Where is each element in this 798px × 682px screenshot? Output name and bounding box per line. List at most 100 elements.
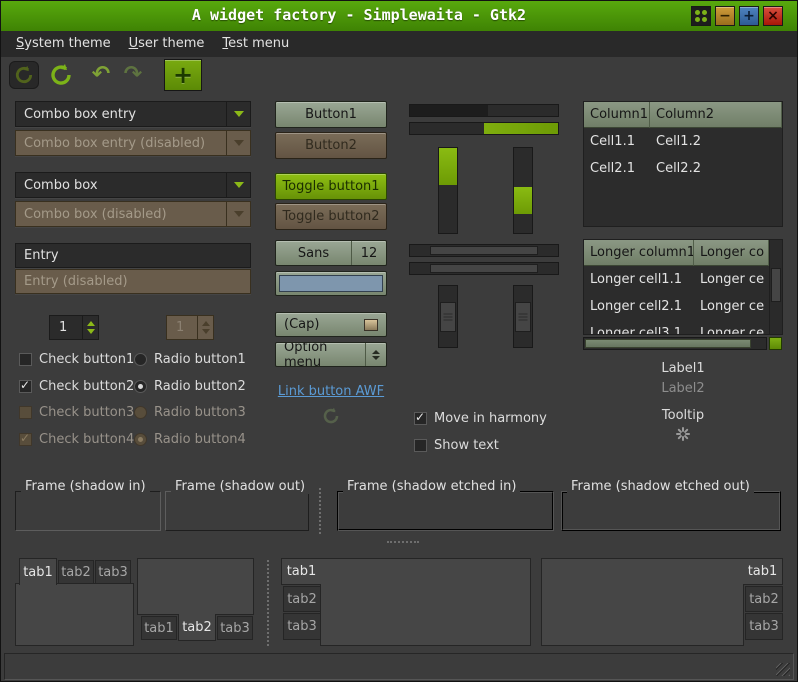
window-controls: − + ×: [691, 6, 783, 26]
v-progress-fill: [514, 187, 532, 214]
column-header[interactable]: Column1: [584, 102, 650, 128]
entry-disabled-value: Entry (disabled): [24, 274, 128, 289]
refresh-small-button[interactable]: [275, 407, 387, 429]
h-scale-fill: [410, 105, 488, 116]
column-header[interactable]: Column2: [650, 102, 782, 128]
notebook-left-tab3[interactable]: tab3: [283, 613, 321, 640]
undo-button[interactable]: ↶: [87, 61, 115, 89]
v-scale-fill: [439, 148, 457, 185]
column-header[interactable]: Longer co: [694, 240, 769, 266]
treeview-2-hscrollbar[interactable]: [583, 337, 767, 350]
notebook-top-tab2[interactable]: tab2: [58, 560, 94, 584]
notebook-top-tab3[interactable]: tab3: [95, 560, 131, 584]
scrollbar-handle[interactable]: [430, 246, 538, 255]
combo-arrow-button[interactable]: [226, 173, 250, 197]
refresh-theme-button[interactable]: [9, 61, 39, 89]
h-scale[interactable]: [409, 104, 559, 117]
combo-arrow-button[interactable]: [226, 102, 250, 126]
scrollbar-handle[interactable]: [515, 302, 531, 332]
treeview-1-body[interactable]: Cell1.1 Cell1.2 Cell2.1 Cell2.2: [584, 128, 782, 226]
menu-system-theme[interactable]: System theme: [7, 31, 120, 57]
notebook-bottom-tab2[interactable]: tab2: [178, 614, 216, 641]
spin-arrows: [197, 316, 213, 339]
column-header[interactable]: Longer column1: [584, 240, 694, 266]
h-scrollbar-1[interactable]: [409, 244, 559, 257]
radio-icon: [134, 406, 147, 419]
menu-dot-icon: [702, 17, 707, 22]
check-button-1[interactable]: Check button1: [19, 352, 134, 367]
titlebar[interactable]: A widget factory - Simplewaita - Gtk2 − …: [1, 1, 797, 31]
link-button[interactable]: Link button AWF: [275, 384, 387, 399]
spin-button-disabled: 1: [166, 315, 214, 340]
file-chooser-button[interactable]: (Cap): [275, 312, 387, 337]
spin-down-icon: [202, 329, 210, 334]
frame-etched-in: [337, 491, 554, 531]
table-row[interactable]: Longer cell2.1 Longer ce: [584, 293, 769, 320]
checkbox-checked-icon: ✓: [19, 433, 32, 446]
table-cell: Cell1.2: [650, 128, 782, 155]
checkbox-checked-icon: ✓: [414, 412, 427, 425]
resize-grip[interactable]: [776, 663, 790, 676]
table-row[interactable]: Longer cell1.1 Longer ce: [584, 266, 769, 293]
check-button-label: Move in harmony: [434, 411, 547, 426]
combo-box-disabled-value: Combo box (disabled): [16, 202, 226, 226]
radio-button-2[interactable]: Radio button2: [134, 379, 246, 394]
treeview-2-vscrollbar[interactable]: [769, 240, 782, 334]
check-mark-icon: ✓: [20, 431, 30, 445]
radio-dot-icon: [138, 437, 143, 442]
treeview-2-body[interactable]: Longer cell1.1 Longer ce Longer cell2.1 …: [584, 266, 769, 334]
font-button[interactable]: Sans 12: [275, 240, 387, 266]
table-row[interactable]: Cell1.1 Cell1.2: [584, 128, 782, 155]
show-text-checkbox[interactable]: Show text: [414, 438, 499, 453]
table-row[interactable]: Longer cell3.1 Longer ce: [584, 320, 769, 334]
redo-button[interactable]: ↷: [119, 61, 147, 89]
scrollbar-handle[interactable]: [585, 339, 751, 348]
add-button[interactable]: +: [164, 59, 202, 91]
combo-box[interactable]: Combo box: [15, 172, 251, 198]
button1[interactable]: Button1: [275, 101, 387, 128]
minimize-button[interactable]: −: [715, 6, 735, 26]
radio-button-1[interactable]: Radio button1: [134, 352, 246, 367]
notebook-left-tab1[interactable]: tab1: [281, 558, 321, 585]
v-scrollbar-2[interactable]: [513, 285, 533, 348]
table-row[interactable]: Cell2.1 Cell2.2: [584, 155, 782, 182]
entry-field[interactable]: Entry: [15, 243, 251, 268]
v-scale[interactable]: [438, 147, 458, 234]
toggle-button1[interactable]: Toggle button1: [275, 173, 387, 200]
notebook-right-tab2[interactable]: tab2: [745, 586, 783, 612]
window-title: A widget factory - Simplewaita - Gtk2: [1, 6, 717, 24]
h-scrollbar-2[interactable]: [409, 262, 559, 275]
close-button[interactable]: ×: [763, 6, 783, 26]
combo-box-entry[interactable]: Combo box entry: [15, 101, 251, 127]
notebook-right-tab1[interactable]: tab1: [743, 558, 783, 585]
menu-user-theme[interactable]: User theme: [120, 31, 214, 57]
radio-button-label: Radio button4: [154, 432, 246, 447]
scrollbar-stepper-button[interactable]: [769, 337, 782, 350]
spin-button[interactable]: 1: [49, 315, 99, 340]
chevron-down-icon: [372, 356, 380, 360]
notebook-left-tab2[interactable]: tab2: [283, 586, 321, 612]
menu-test-menu[interactable]: Test menu: [213, 31, 298, 57]
scrollbar-handle[interactable]: [440, 302, 456, 332]
maximize-button[interactable]: +: [739, 6, 759, 26]
scrollbar-handle[interactable]: [430, 264, 538, 273]
color-button[interactable]: [275, 271, 387, 296]
spin-disabled-value: 1: [167, 316, 197, 339]
notebook-bottom-tab1[interactable]: tab1: [141, 616, 177, 640]
notebook-right-tab3[interactable]: tab3: [745, 613, 783, 640]
notebook-top-tab1[interactable]: tab1: [19, 558, 57, 585]
table-cell: Longer ce: [694, 266, 769, 293]
plus-icon: +: [173, 63, 193, 87]
spin-arrows[interactable]: [82, 316, 98, 339]
move-in-harmony-checkbox[interactable]: ✓ Move in harmony: [414, 411, 547, 426]
treeview-1-main: Column1 Column2 Cell1.1 Cell1.2 Cell2.1 …: [584, 102, 782, 226]
check-button-2[interactable]: ✓ Check button2: [19, 379, 134, 394]
checkbox-checked-icon: ✓: [19, 380, 32, 393]
scrollbar-handle[interactable]: [771, 268, 781, 302]
v-scrollbar-1[interactable]: [438, 285, 458, 348]
notebook-bottom-tab3[interactable]: tab3: [217, 616, 253, 640]
refresh-button[interactable]: [46, 61, 76, 89]
option-menu[interactable]: Option menu: [275, 342, 387, 367]
statusbar: [4, 653, 794, 680]
window-menu-button[interactable]: [691, 6, 711, 26]
